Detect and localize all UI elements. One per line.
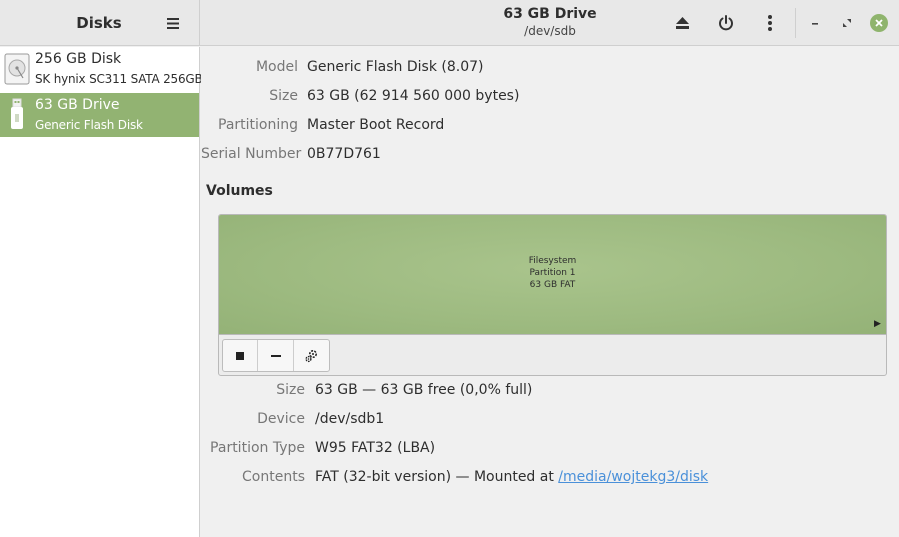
partitioning-value: Master Boot Record	[307, 117, 445, 133]
power-off-icon	[719, 15, 733, 31]
usb-drive-icon	[11, 98, 23, 129]
more-vertical-icon	[768, 15, 772, 31]
sidebar-item-63gb-drive[interactable]: 63 GB Drive Generic Flash Disk	[0, 93, 199, 137]
partition-settings-button[interactable]	[294, 340, 329, 371]
partition-line-3: 63 GB FAT	[529, 280, 576, 290]
sidebar-item-subtitle: SK hynix SC311 SATA 256GB	[35, 72, 203, 86]
gears-icon	[305, 349, 318, 362]
minus-icon	[270, 354, 281, 357]
sidebar-item-subtitle: Generic Flash Disk	[35, 118, 143, 132]
partition-block[interactable]: Filesystem Partition 1 63 GB FAT ▶	[219, 215, 886, 335]
partition-type-value: W95 FAT32 (LBA)	[315, 440, 436, 456]
more-options-button[interactable]	[757, 10, 783, 36]
window-title: 63 GB Drive /dev/sdb	[400, 6, 700, 38]
restore-icon	[843, 19, 851, 27]
main-panel: Model Generic Flash Disk (8.07) Size 63 …	[201, 47, 899, 537]
header-bar: Disks 63 GB Drive /dev/sdb	[0, 0, 899, 46]
stop-icon	[236, 351, 245, 360]
eject-button[interactable]	[669, 10, 695, 36]
partition-line-2: Partition 1	[529, 268, 576, 278]
device-value: /dev/sdb1	[315, 411, 385, 427]
volume-toolbar	[222, 339, 330, 372]
sidebar: 256 GB Disk SK hynix SC311 SATA 256GB 63…	[0, 47, 203, 537]
sidebar-item-name: 63 GB Drive	[35, 97, 120, 113]
partitioning-row: Partitioning Master Boot Record	[201, 117, 899, 137]
contents-row: Contents FAT (32-bit version) — Mounted …	[201, 469, 899, 489]
model-row: Model Generic Flash Disk (8.07)	[201, 59, 899, 79]
sidebar-header: Disks	[0, 0, 200, 46]
partitioning-label: Partitioning	[218, 117, 298, 133]
close-icon	[875, 19, 883, 27]
device-row: Device /dev/sdb1	[201, 411, 899, 431]
serial-value: 0B77D761	[307, 146, 381, 162]
volume-size-value: 63 GB — 63 GB free (0,0% full)	[315, 382, 533, 398]
model-label: Model	[255, 59, 298, 75]
partition-line-1: Filesystem	[528, 256, 577, 266]
contents-prefix: FAT (32-bit version) — Mounted at	[315, 469, 559, 485]
hard-disk-icon	[4, 53, 30, 85]
serial-row: Serial Number 0B77D761	[201, 146, 899, 166]
sidebar-item-name: 256 GB Disk	[35, 51, 122, 67]
header-separator	[795, 8, 796, 38]
volume-size-label: Size	[276, 382, 305, 398]
unmount-button[interactable]	[223, 340, 259, 371]
close-button[interactable]	[870, 14, 888, 32]
minimize-button[interactable]	[806, 14, 824, 32]
volume-size-row: Size 63 GB — 63 GB free (0,0% full)	[201, 382, 899, 402]
size-row: Size 63 GB (62 914 560 000 bytes)	[201, 88, 899, 108]
sidebar-item-256gb-disk[interactable]: 256 GB Disk SK hynix SC311 SATA 256GB	[0, 47, 203, 91]
partition-type-row: Partition Type W95 FAT32 (LBA)	[201, 440, 899, 460]
size-value: 63 GB (62 914 560 000 bytes)	[307, 88, 520, 104]
mounted-arrow-icon: ▶	[874, 319, 881, 329]
volumes-graph: Filesystem Partition 1 63 GB FAT ▶	[218, 214, 887, 376]
device-label: Device	[257, 411, 305, 427]
delete-partition-button[interactable]	[258, 340, 294, 371]
volumes-heading: Volumes	[206, 183, 273, 199]
contents-value: FAT (32-bit version) — Mounted at /media…	[315, 469, 708, 485]
hamburger-menu-icon[interactable]	[160, 10, 186, 36]
serial-label: Serial Number	[201, 146, 302, 162]
partition-type-label: Partition Type	[210, 440, 305, 456]
eject-icon	[675, 17, 689, 29]
drive-title: 63 GB Drive	[503, 6, 597, 22]
restore-button[interactable]	[838, 14, 856, 32]
mount-point-link[interactable]: /media/wojtekg3/disk	[558, 469, 708, 485]
minimize-icon	[812, 23, 818, 25]
size-label: Size	[269, 88, 298, 104]
model-value: Generic Flash Disk (8.07)	[307, 59, 484, 75]
contents-label: Contents	[242, 469, 305, 485]
drive-path: /dev/sdb	[524, 24, 576, 38]
power-off-button[interactable]	[713, 10, 739, 36]
